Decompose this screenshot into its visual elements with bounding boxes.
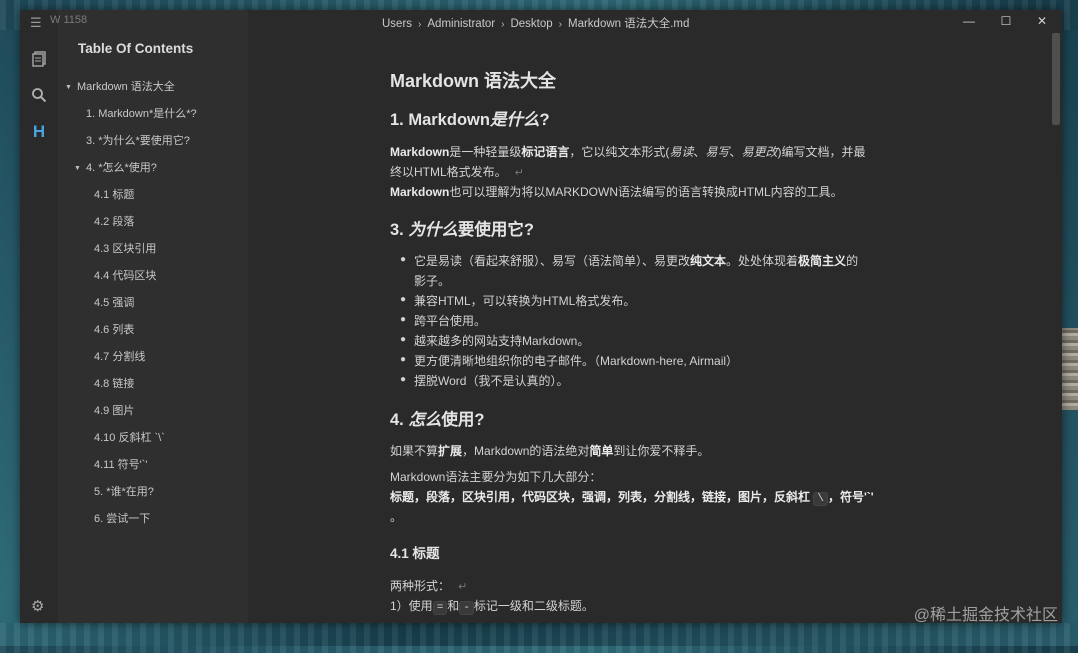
paragraph-6: 两种形式： ↵ <box>390 579 468 593</box>
paragraph-5: 标题，段落，区块引用，代码区块，强调，列表，分割线，链接，图片，反斜杠 \ ，符号… <box>390 490 874 506</box>
toc-item[interactable]: 3. *为什么*要使用它? <box>58 128 248 155</box>
paragraph-3: 如果不算扩展，Markdown的语法绝对简单到让你爱不释手。 <box>390 444 710 458</box>
caret-down-icon[interactable]: ▼ <box>74 155 81 182</box>
outline-icon[interactable]: H <box>29 122 49 142</box>
chevron-right-icon: › <box>558 19 562 30</box>
toc-item[interactable]: 4.8 链接 <box>58 371 248 398</box>
toc-item[interactable]: 5. *谁*在用? <box>58 479 248 506</box>
return-icon: ↵ <box>514 167 524 179</box>
toc-item-label: 6. 尝试一下 <box>94 513 151 525</box>
paragraph-4: Markdown语法主要分为如下几大部分： <box>390 470 602 484</box>
toc-item[interactable]: 4.1 标题 <box>58 182 248 209</box>
inline-code: \ <box>813 492 828 506</box>
toc-item[interactable]: ▼ 4. *怎么*使用? <box>58 155 248 182</box>
toc-item-label: 3. *为什么*要使用它? <box>86 135 190 147</box>
toc-item[interactable]: 1. Markdown*是什么*? <box>58 101 248 128</box>
toc-item-label: 4.7 分割线 <box>94 351 146 363</box>
editor: Users › Administrator › Desktop › Markdown 语法大… <box>248 10 1062 623</box>
toc-item[interactable]: 4.11 符号'`' <box>58 452 248 479</box>
toc-title: Table Of Contents <box>78 41 194 56</box>
toc-item-label: 4. *怎么*使用? <box>86 162 157 174</box>
toc-item[interactable]: 4.6 列表 <box>58 317 248 344</box>
settings-icon[interactable]: ⚙ <box>31 597 44 615</box>
menu-icon[interactable]: ☰ <box>30 15 42 31</box>
breadcrumb: Users › Administrator › Desktop › Markdown 语法大… <box>382 15 689 31</box>
paragraph-1-line-1: Markdown是一种轻量级标记语言，它以纯文本形式(易读、易写、易更改)编写文… <box>390 145 866 159</box>
toc-item[interactable]: 4.2 段落 <box>58 209 248 236</box>
toc-item-label: Markdown 语法大全 <box>77 81 175 93</box>
toc-item-label: 4.8 链接 <box>94 378 135 390</box>
heading-1: 1. Markdown是什么? <box>390 111 550 129</box>
list-item-continuation: 影子。 <box>414 274 451 288</box>
minimize-button[interactable]: — <box>962 14 976 28</box>
toc-item-label: 4.2 段落 <box>94 216 135 228</box>
breadcrumb-item[interactable]: Markdown 语法大全.md <box>568 18 689 30</box>
maximize-button[interactable]: ☐ <box>999 14 1013 28</box>
paragraph-7: 1）使用 = 和 - 标记一级和二级标题。 <box>390 599 594 615</box>
close-button[interactable]: ✕ <box>1035 14 1049 28</box>
paragraph-2: Markdown也可以理解为将以MARKDOWN语法编写的语言转换成HTML内容… <box>390 185 843 199</box>
toc-item-label: 4.4 代码区块 <box>94 270 157 282</box>
heading-4: 4. 怎么使用? <box>390 411 485 429</box>
breadcrumb-item[interactable]: Users <box>382 18 412 30</box>
heading-3: 3. 为什么要使用它? <box>390 221 534 239</box>
chevron-right-icon: › <box>418 19 422 30</box>
toc-item[interactable]: 4.10 反斜杠 `\` <box>58 425 248 452</box>
heading-4-1: 4.1 标题 <box>390 546 440 561</box>
paragraph-5-end: 。 <box>390 510 403 524</box>
toc-item-label: 4.10 反斜杠 `\` <box>94 432 165 444</box>
toc-item-label: 4.1 标题 <box>94 189 135 201</box>
inline-code: - <box>459 601 474 615</box>
return-icon: ↵ <box>458 581 468 593</box>
toc-item-label: 1. Markdown*是什么*? <box>86 108 197 120</box>
toc-item[interactable]: 4.4 代码区块 <box>58 263 248 290</box>
files-icon[interactable] <box>29 51 49 71</box>
toc-item[interactable]: 4.7 分割线 <box>58 344 248 371</box>
search-icon[interactable] <box>29 87 49 107</box>
inline-code: = <box>432 601 448 615</box>
toc-item-label: 4.3 区块引用 <box>94 243 157 255</box>
toc-item[interactable]: 4.3 区块引用 <box>58 236 248 263</box>
toc-item-label: 5. *谁*在用? <box>94 486 154 498</box>
chevron-right-icon: › <box>501 19 505 30</box>
scrollbar[interactable] <box>1052 33 1060 125</box>
breadcrumb-item[interactable]: Administrator <box>427 18 495 30</box>
toc-item[interactable]: ▼ Markdown 语法大全 <box>58 74 248 101</box>
toc-list: ▼ Markdown 语法大全 1. Markdown*是什么*? 3. *为什么… <box>58 74 248 533</box>
toc-item[interactable]: 4.5 强调 <box>58 290 248 317</box>
activity-bar: ☰ H ⚙ <box>20 10 58 623</box>
app-window: ☰ H ⚙ W 1158 Table Of Contents ▼ Markdown… <box>20 10 1062 623</box>
toc-item-label: 4.11 符号'`' <box>94 459 148 471</box>
breadcrumb-item[interactable]: Desktop <box>510 18 552 30</box>
background-wood <box>1062 328 1078 410</box>
toc-item-label: 4.6 列表 <box>94 324 135 336</box>
sidebar: W 1158 Table Of Contents ▼ Markdown 语法大全 … <box>50 10 248 623</box>
window-label: W 1158 <box>50 14 88 26</box>
toc-item-label: 4.9 图片 <box>94 405 135 417</box>
watermark: @稀土掘金技术社区 <box>913 607 1058 624</box>
caret-down-icon[interactable]: ▼ <box>65 74 72 101</box>
toc-item[interactable]: 6. 尝试一下 <box>58 506 248 533</box>
toc-item-label: 4.5 强调 <box>94 297 135 309</box>
doc-title: Markdown 语法大全 <box>390 71 557 91</box>
paragraph-1-line-2: 终以HTML格式发布。 ↵ <box>390 165 524 179</box>
toc-item[interactable]: 4.9 图片 <box>58 398 248 425</box>
